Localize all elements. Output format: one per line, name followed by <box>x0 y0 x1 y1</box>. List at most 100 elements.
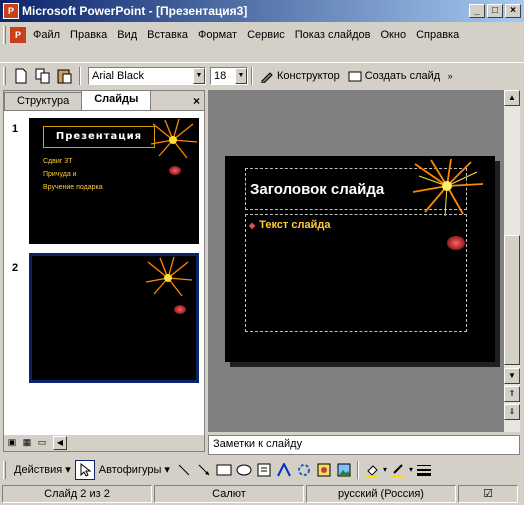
scroll-down-icon[interactable]: ▼ <box>504 368 520 384</box>
scroll-left-icon[interactable]: ◀ <box>53 436 67 450</box>
menu-tools[interactable]: Сервис <box>242 26 290 44</box>
chevron-down-icon[interactable]: ▼ <box>193 67 205 84</box>
line-icon[interactable] <box>174 460 194 480</box>
menu-window[interactable]: Окно <box>376 26 412 44</box>
next-slide-icon[interactable]: ⇓ <box>504 404 520 420</box>
bullet-icon: ◆ <box>249 221 256 230</box>
normal-view-icon[interactable]: ▣ <box>5 436 19 450</box>
close-icon[interactable]: × <box>193 94 200 108</box>
diagram-icon[interactable] <box>294 460 314 480</box>
autoshapes-menu-button[interactable]: Автофигуры ▾ <box>95 460 174 480</box>
font-size-combo[interactable]: 18 ▼ <box>210 66 248 85</box>
slide-thumbnail-2[interactable] <box>29 253 199 383</box>
spark-decoration <box>447 236 465 250</box>
oval-icon[interactable] <box>234 460 254 480</box>
designer-button[interactable]: Конструктор <box>256 65 344 87</box>
text-placeholder-label: Текст слайда <box>259 219 331 231</box>
vertical-scrollbar[interactable]: ▲ ▼ ⇑ ⇓ <box>504 90 520 432</box>
font-name-value: Arial Black <box>92 69 144 82</box>
slide-thumbnail-1[interactable]: Презентация Сдвиг 3Т Причуда и Вручение … <box>29 118 199 244</box>
title-bar: P Microsoft PowerPoint - [Презентация3] … <box>0 0 524 22</box>
text-placeholder[interactable]: ◆ Текст слайда <box>245 214 467 332</box>
new-document-button[interactable] <box>10 65 32 87</box>
clipart-icon[interactable] <box>314 460 334 480</box>
slide-number: 2 <box>12 262 19 274</box>
toolbar-overflow-button[interactable]: » <box>444 65 456 87</box>
current-slide[interactable]: Заголовок слайда ◆ Текст слайда <box>225 156 495 362</box>
menu-slideshow[interactable]: Показ слайдов <box>290 26 376 44</box>
slide-editor: Заголовок слайда ◆ Текст слайда ▲ ▼ ⇑ ⇓ <box>208 90 520 432</box>
toolbar-grip[interactable] <box>3 66 6 85</box>
firework-decoration <box>150 118 198 159</box>
toolbar-grip[interactable] <box>3 461 6 479</box>
menu-help[interactable]: Справка <box>411 26 464 44</box>
copy-icon <box>35 68 50 83</box>
actions-label: Действия <box>14 464 63 476</box>
autoshapes-label: Автофигуры <box>98 464 162 476</box>
menu-insert[interactable]: Вставка <box>142 26 193 44</box>
pane-tabs: Структура Слайды × <box>4 90 204 111</box>
copy-button[interactable] <box>32 65 54 87</box>
window-title: Microsoft PowerPoint - [Презентация3] <box>22 4 248 18</box>
toolbar-separator <box>356 461 359 479</box>
minimize-button[interactable]: _ <box>469 4 485 18</box>
maximize-button[interactable]: □ <box>487 4 503 18</box>
thumb-bullets: Сдвиг 3Т Причуда и Вручение подарка <box>43 155 103 194</box>
previous-slide-icon[interactable]: ⇑ <box>504 386 520 402</box>
status-language: русский (Россия) <box>306 484 456 503</box>
chevron-down-icon[interactable]: ▼ <box>235 67 247 84</box>
tab-outline[interactable]: Структура <box>4 92 83 110</box>
font-size-value: 18 <box>214 69 227 82</box>
designer-icon <box>261 71 273 83</box>
scroll-thumb[interactable] <box>504 235 520 365</box>
powerpoint-icon[interactable]: P <box>3 3 19 19</box>
pane-horizontal-scrollbar[interactable]: ▣ ▦ ▭ ◀ <box>4 435 204 451</box>
standard-toolbar: Arial Black ▼ 18 ▼ Конструктор Создать с… <box>0 62 524 88</box>
status-slide-count: Слайд 2 из 2 <box>2 484 152 503</box>
rectangle-icon[interactable] <box>214 460 234 480</box>
menu-format[interactable]: Формат <box>193 26 242 44</box>
firework-decoration <box>412 158 484 217</box>
firework-decoration <box>145 256 193 297</box>
menu-bar: P Файл Правка Вид Вставка Формат Сервис … <box>0 24 524 46</box>
status-bar: Слайд 2 из 2 Салют русский (Россия) ☑ <box>0 483 524 504</box>
wordart-icon[interactable] <box>274 460 294 480</box>
line-style-icon[interactable] <box>414 460 434 480</box>
textbox-icon[interactable] <box>254 460 274 480</box>
new-slide-icon <box>348 71 362 81</box>
menu-edit[interactable]: Правка <box>65 26 112 44</box>
slideshow-view-icon[interactable]: ▭ <box>35 436 49 450</box>
slides-pane: Структура Слайды × 1 Презентация Сдвиг 3… <box>3 90 205 452</box>
document-menu-icon[interactable]: P <box>10 27 26 43</box>
new-document-icon <box>15 68 27 83</box>
spark-decoration <box>169 166 181 175</box>
spelling-check-icon[interactable]: ☑ <box>458 484 518 503</box>
menu-view[interactable]: Вид <box>112 26 142 44</box>
sorter-view-icon[interactable]: ▦ <box>20 436 34 450</box>
new-slide-label: Создать слайд <box>364 69 441 82</box>
menu-file[interactable]: Файл <box>28 26 65 44</box>
font-name-combo[interactable]: Arial Black ▼ <box>88 66 206 85</box>
paste-button[interactable] <box>54 65 76 87</box>
close-button[interactable]: × <box>505 4 521 18</box>
tab-slides[interactable]: Слайды <box>81 90 152 110</box>
toolbar-grip[interactable] <box>3 26 6 44</box>
drawing-toolbar: Действия ▾ Автофигуры ▾ ▾ ▾ <box>0 458 524 482</box>
thumb-bullet: Причуда и <box>43 171 77 178</box>
thumb-title: Презентация <box>43 126 155 148</box>
select-pointer-icon[interactable] <box>74 460 95 480</box>
line-color-icon[interactable] <box>388 460 408 480</box>
actions-menu-button[interactable]: Действия ▾ <box>10 460 75 480</box>
slide-number: 1 <box>12 123 19 135</box>
spark-decoration <box>174 305 186 314</box>
picture-icon[interactable] <box>334 460 354 480</box>
thumb-bullet: Сдвиг 3Т <box>43 158 73 165</box>
arrow-icon[interactable] <box>194 460 214 480</box>
thumb-bullet: Вручение подарка <box>43 184 103 191</box>
new-slide-button[interactable]: Создать слайд <box>344 65 444 87</box>
status-design-name: Салют <box>154 484 304 503</box>
toolbar-separator <box>79 66 81 85</box>
notes-field[interactable]: Заметки к слайду <box>208 435 520 455</box>
scroll-up-icon[interactable]: ▲ <box>504 90 520 106</box>
fill-color-icon[interactable] <box>362 460 382 480</box>
